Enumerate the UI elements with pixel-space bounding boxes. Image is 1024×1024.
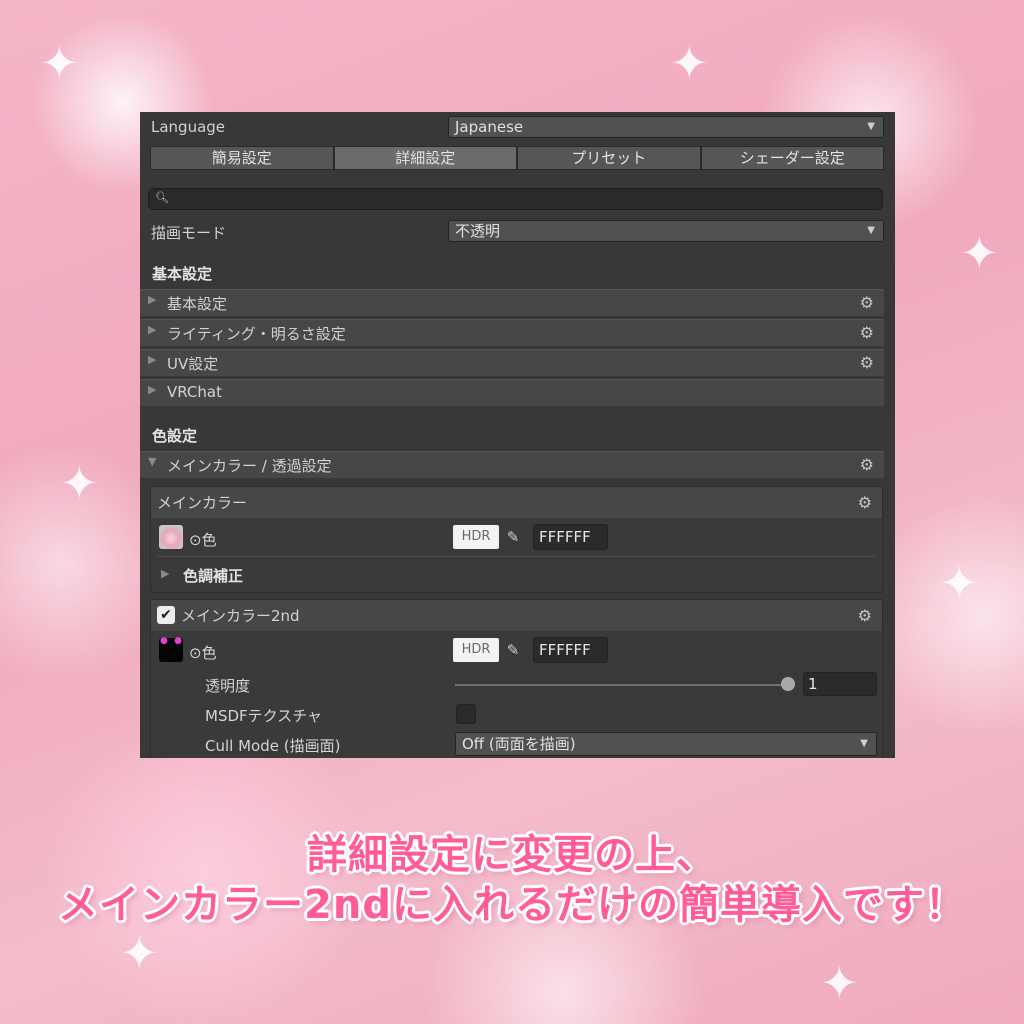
hdr-color-swatch[interactable]: HDR [453,638,499,662]
tab-bar: 簡易設定 詳細設定 プリセット シェーダー設定 [150,146,884,170]
eyedropper-icon[interactable]: ✎ [501,638,525,662]
opacity-field[interactable]: 1 [803,672,877,696]
expand-arrow-icon: ▶ [148,293,157,306]
main-color-2nd-title: メインカラー2nd [181,607,300,625]
caption-line-2: メインカラー2ndに入れるだけの簡単導入です！ [58,882,966,928]
divider [157,556,876,557]
search-input[interactable]: 🔍︎ [148,188,883,210]
main-color-header: メインカラー ⚙ [151,487,882,518]
color-label: ⊙色 [189,644,217,662]
chevron-down-icon: ▼ [860,738,868,749]
tab-shader-settings[interactable]: シェーダー設定 [700,146,884,170]
sparkle-icon: ● [174,636,182,646]
opacity-slider-handle[interactable] [781,677,795,691]
gear-icon[interactable]: ⚙ [858,493,872,512]
color-settings-heading: 色設定 [152,427,198,445]
language-value: Japanese [455,118,524,136]
sparkle-icon: ✦ [960,226,999,280]
sparkle-icon: ✦ [60,456,99,510]
foldout-label: ライティング・明るさ設定 [167,325,346,343]
opacity-slider-track[interactable] [455,684,789,686]
foldout-basic-settings[interactable]: ▶ 基本設定 ⚙ [140,289,884,316]
basic-settings-heading: 基本設定 [152,265,213,283]
gear-icon[interactable]: ⚙ [860,455,874,474]
foldout-label: UV設定 [167,355,219,373]
expand-arrow-icon[interactable]: ▶ [161,567,169,580]
chevron-down-icon: ▼ [867,225,875,236]
gear-icon[interactable]: ⚙ [858,606,872,625]
cull-mode-value: Off (両面を描画) [462,735,576,753]
foldout-uv-settings[interactable]: ▶ UV設定 ⚙ [140,349,884,376]
expand-arrow-icon: ▶ [148,323,157,336]
msdf-label: MSDFテクスチャ [205,707,323,725]
foldout-label: 基本設定 [167,295,228,313]
sparkle-icon: ✦ [670,36,709,90]
inspector-panel: Language Japanese ▼ 簡易設定 詳細設定 プリセット シェーダ… [140,112,895,758]
eyedropper-icon[interactable]: ✎ [501,525,525,549]
search-icon: 🔍︎ [155,191,169,204]
sparkle-icon: ✦ [940,556,979,610]
sparkle-icon: ● [160,636,168,646]
tab-presets[interactable]: プリセット [517,146,701,170]
render-mode-value: 不透明 [455,222,501,240]
enable-checkbox[interactable]: ✔ [157,606,175,624]
hex-color-field[interactable]: FFFFFF [533,524,608,550]
render-mode-dropdown[interactable]: 不透明 ▼ [448,220,884,242]
language-dropdown[interactable]: Japanese ▼ [448,116,884,138]
main-color-box: メインカラー ⚙ ⊙色 HDR ✎ FFFFFF ▶ 色調補正 [150,486,883,593]
foldout-lighting-settings[interactable]: ▶ ライティング・明るさ設定 ⚙ [140,319,884,346]
hex-color-field[interactable]: FFFFFF [533,637,608,663]
collapse-arrow-icon: ▼ [148,455,157,468]
main-color-2nd-box: ✔ メインカラー2nd ⚙ ● ● ⊙色 HDR ✎ FFFFFF 透明度 1 … [150,599,883,758]
expand-arrow-icon: ▶ [148,383,157,396]
gear-icon[interactable]: ⚙ [860,353,874,372]
tab-simple-settings[interactable]: 簡易設定 [150,146,334,170]
foldout-label: VRChat [167,383,222,401]
main-color-2nd-header: ✔ メインカラー2nd ⚙ [151,600,882,631]
msdf-checkbox[interactable] [456,704,476,724]
tab-advanced-settings[interactable]: 詳細設定 [333,146,517,170]
expand-arrow-icon: ▶ [148,353,157,366]
texture-thumbnail[interactable] [159,525,183,549]
color-label: ⊙色 [189,531,217,549]
opacity-label: 透明度 [205,677,251,695]
main-color-title: メインカラー [157,494,248,512]
texture-thumbnail[interactable]: ● ● [159,636,183,662]
gear-icon[interactable]: ⚙ [860,293,874,312]
render-mode-label: 描画モード [151,224,227,242]
gear-icon[interactable]: ⚙ [860,323,874,342]
foldout-vrchat[interactable]: ▶ VRChat [140,379,884,406]
foldout-label: メインカラー / 透過設定 [167,457,332,475]
sparkle-icon: ✦ [40,36,79,90]
sparkle-icon: ✦ [820,956,859,1010]
sparkle-icon: ✦ [120,926,159,980]
language-label: Language [151,118,226,136]
cull-mode-label: Cull Mode (描画面) [205,737,341,755]
hdr-color-swatch[interactable]: HDR [453,525,499,549]
tone-correction-label[interactable]: 色調補正 [183,565,243,586]
cull-mode-dropdown[interactable]: Off (両面を描画) ▼ [455,732,877,756]
chevron-down-icon: ▼ [867,121,875,132]
foldout-main-color-transparency[interactable]: ▼ メインカラー / 透過設定 ⚙ [140,451,884,478]
